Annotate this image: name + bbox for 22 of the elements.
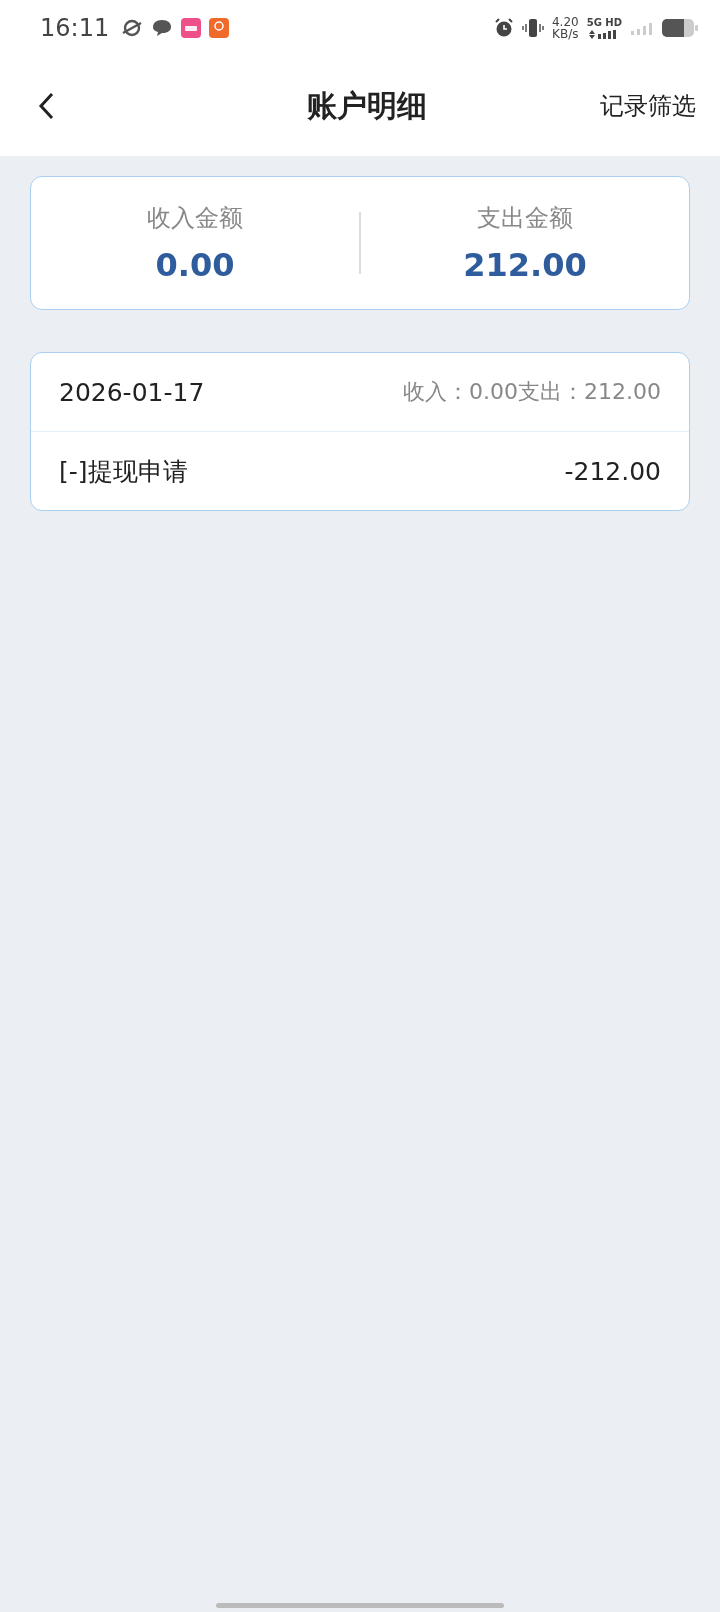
- planet-icon: [121, 18, 144, 38]
- network-speed-value: 4.20: [551, 16, 579, 28]
- status-time: 16:11: [40, 14, 110, 42]
- day-totals: 收入：0.00支出：212.00: [403, 378, 661, 406]
- back-icon[interactable]: [38, 92, 54, 120]
- record-filter-button[interactable]: 记录筛选: [600, 90, 696, 122]
- date-label: 2026-01-17: [59, 377, 205, 407]
- record-row[interactable]: [-]提现申请 -212.00: [31, 432, 689, 510]
- signal-icon: [630, 21, 654, 35]
- chat-bubble-icon: [151, 18, 174, 38]
- network-speed-unit: KB/s: [552, 28, 579, 40]
- summary-amount: 212.00: [463, 246, 587, 284]
- battery-icon: [662, 19, 698, 37]
- summary-label: 收入金额: [147, 203, 243, 234]
- summary-label: 支出金额: [477, 203, 573, 234]
- alarm-clock-icon: [493, 18, 514, 38]
- app-icon: [209, 18, 230, 38]
- page-title: 账户明细: [307, 86, 427, 125]
- network-type-label: 5G HD: [586, 17, 622, 29]
- app-icon: [181, 18, 202, 38]
- summary-amount: 0.00: [155, 246, 235, 284]
- vibrate-icon: [521, 17, 544, 39]
